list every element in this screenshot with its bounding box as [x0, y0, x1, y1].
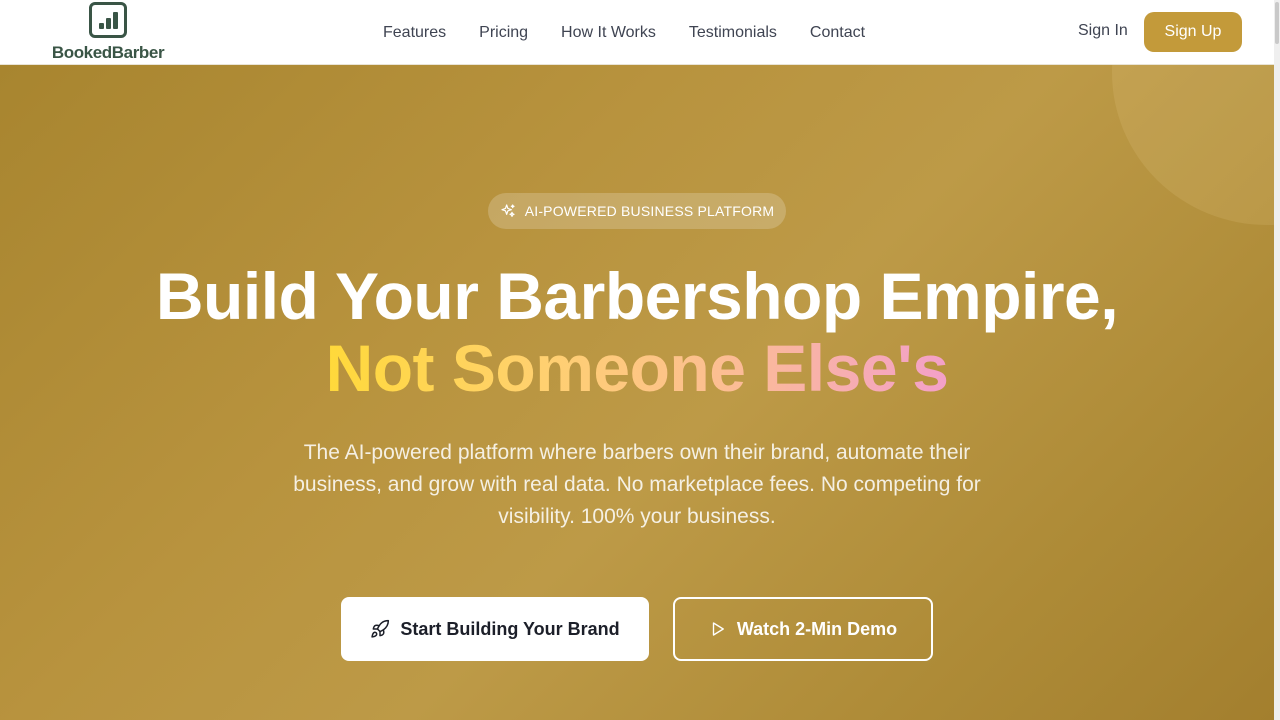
start-building-label: Start Building Your Brand — [400, 618, 620, 639]
hero-section: AI-POWERED BUSINESS PLATFORM Build Your … — [0, 65, 1274, 720]
sign-up-button[interactable]: Sign Up — [1144, 12, 1242, 52]
nav-link-pricing[interactable]: Pricing — [479, 24, 528, 42]
site-header: BookedBarber Features Pricing How It Wor… — [0, 0, 1274, 65]
nav-link-how-it-works[interactable]: How It Works — [561, 24, 656, 42]
headline-line-1: Build Your Barbershop Empire, — [155, 259, 1119, 333]
start-building-button[interactable]: Start Building Your Brand — [341, 597, 649, 661]
sparkles-icon — [500, 203, 516, 219]
bar-chart-icon — [89, 2, 127, 38]
page-scrollbar[interactable] — [1274, 0, 1280, 720]
play-icon — [709, 620, 727, 638]
hero-headline: Build Your Barbershop Empire, Not Someon… — [0, 260, 1274, 404]
hero-subtext: The AI-powered platform where barbers ow… — [293, 441, 981, 528]
platform-badge: AI-POWERED BUSINESS PLATFORM — [488, 193, 786, 229]
watch-demo-label: Watch 2-Min Demo — [736, 618, 898, 639]
decorative-circle — [1112, 65, 1274, 225]
watch-demo-button[interactable]: Watch 2-Min Demo — [673, 597, 933, 661]
nav-link-features[interactable]: Features — [383, 24, 446, 42]
headline-line-2: Not Someone Else's — [325, 331, 949, 405]
badge-text: AI-POWERED BUSINESS PLATFORM — [524, 203, 775, 219]
brand-name: BookedBarber — [51, 43, 165, 62]
nav-link-contact[interactable]: Contact — [810, 24, 865, 42]
nav-link-testimonials[interactable]: Testimonials — [689, 24, 777, 42]
main-nav: Features Pricing How It Works Testimonia… — [383, 0, 865, 65]
scrollbar-thumb[interactable] — [1275, 2, 1279, 44]
sign-in-link[interactable]: Sign In — [1078, 22, 1128, 40]
rocket-icon — [370, 619, 390, 639]
brand-logo[interactable]: BookedBarber — [50, 2, 166, 64]
